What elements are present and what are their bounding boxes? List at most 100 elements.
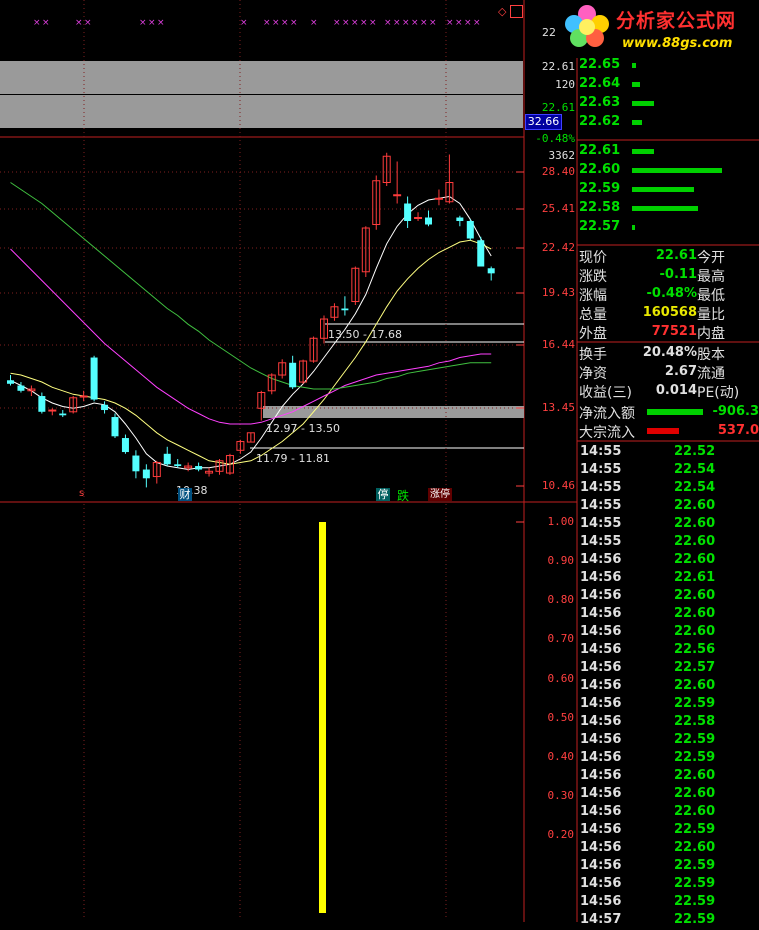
candle-body-down (17, 385, 25, 391)
toolbar-diamond-icon[interactable]: ◇ (498, 5, 506, 18)
quote-value: 20.48% (642, 345, 697, 360)
candle-body-down (174, 464, 182, 467)
tick-time: 14:56 (580, 894, 622, 909)
candle-body-down (477, 240, 485, 267)
quote-label: 收益(三) (579, 385, 632, 401)
tick-row: 14:56 22.59 (579, 732, 759, 750)
flower-logo-icon (565, 5, 609, 47)
tick-row: 14:55 22.60 (579, 516, 759, 534)
tick-price: 22.60 (674, 804, 716, 819)
tick-row: 14:56 22.60 (579, 678, 759, 696)
top-marker-x: × (360, 18, 368, 28)
order-volume-bar (632, 206, 698, 211)
tick-price: 22.60 (674, 498, 716, 513)
top-marker-x: × (240, 18, 248, 28)
tick-time: 14:56 (580, 660, 622, 675)
top-axis-label: 120 (555, 78, 575, 91)
top-marker-x: × (263, 18, 271, 28)
quote-row: 收益(三) 0.014 PE(动) (579, 382, 759, 401)
candle-body-down (38, 396, 46, 412)
price-axis-label: 19.43 (541, 286, 575, 299)
tick-row: 14:56 22.61 (579, 570, 759, 588)
tick-time: 14:55 (580, 498, 622, 513)
ask-row[interactable]: 22.62 (579, 114, 759, 133)
tick-time: 14:56 (580, 570, 622, 585)
price-band-2 (0, 95, 523, 128)
quote-value: 160568 (642, 305, 697, 320)
tick-row: 14:56 22.60 (579, 624, 759, 642)
tick-row: 14:55 22.54 (579, 462, 759, 480)
tag-limit-up[interactable]: 涨停 (428, 488, 452, 501)
quote-label: 涨跌 (579, 269, 607, 285)
ask-row[interactable]: 22.63 (579, 95, 759, 114)
bid-row[interactable]: 22.57 (579, 219, 759, 238)
quote-value: 22.61 (655, 248, 697, 263)
tick-price: 22.59 (674, 894, 716, 909)
axis-highlight-label: 32.66 (525, 114, 562, 130)
bid-row[interactable]: 22.61 (579, 143, 759, 162)
bid-row[interactable]: 22.59 (579, 181, 759, 200)
tick-time: 14:56 (580, 732, 622, 747)
order-volume-bar (632, 120, 642, 125)
candle-body-down (121, 438, 129, 453)
sub-axis-label: 0.40 (547, 749, 575, 763)
tick-time: 14:56 (580, 768, 622, 783)
top-marker-x: × (157, 18, 165, 28)
toolbar-window-icon[interactable] (510, 5, 523, 18)
tick-time: 14:56 (580, 750, 622, 765)
block-inflow-value: 537.0 (717, 423, 759, 438)
order-volume-bar (632, 82, 640, 87)
tick-row: 14:56 22.59 (579, 858, 759, 876)
tag-fall[interactable]: 跌 (397, 487, 409, 504)
candle-body-down (142, 469, 150, 479)
quote-label: 净资 (579, 366, 607, 382)
top-marker-x: × (446, 18, 454, 28)
axis-cut-label: 22 (542, 26, 556, 39)
quote-label-2: 流通 (697, 366, 725, 382)
top-marker-x: × (351, 18, 359, 28)
top-marker-x: × (402, 18, 410, 28)
tick-row: 14:56 22.60 (579, 840, 759, 858)
tag-halt[interactable]: 停 (376, 488, 390, 501)
finance-marker[interactable]: 财 (178, 488, 192, 501)
tick-price: 22.60 (674, 768, 716, 783)
tick-price: 22.60 (674, 624, 716, 639)
quote-row: 外盘 77521 内盘 (579, 323, 759, 342)
tick-time: 14:56 (580, 822, 622, 837)
ask-row[interactable]: 22.64 (579, 76, 759, 95)
quote-label-2: 内盘 (697, 326, 725, 342)
quote-value: 0.014 (655, 383, 697, 398)
price-axis-label: 13.45 (541, 401, 575, 414)
tick-row: 14:56 22.60 (579, 786, 759, 804)
order-price: 22.60 (579, 162, 621, 177)
block-inflow-label: 大宗流入 (579, 425, 635, 441)
tick-row: 14:56 22.59 (579, 894, 759, 912)
tick-price: 22.60 (674, 840, 716, 855)
order-volume-bar (632, 149, 654, 154)
top-marker-x: × (393, 18, 401, 28)
tick-price: 22.59 (674, 822, 716, 837)
tick-price: 22.59 (674, 696, 716, 711)
tick-time: 14:56 (580, 606, 622, 621)
bid-row[interactable]: 22.60 (579, 162, 759, 181)
candle-body-down (59, 413, 67, 416)
top-marker-x: × (272, 18, 280, 28)
candle-body-down (456, 217, 464, 222)
quote-label: 总量 (579, 307, 607, 323)
quote-label-2: 最低 (697, 288, 725, 304)
sub-axis-label: 0.30 (547, 788, 575, 802)
ask-row[interactable]: 22.65 (579, 57, 759, 76)
order-price: 22.64 (579, 76, 621, 91)
tick-row: 14:56 22.59 (579, 750, 759, 768)
bid-row[interactable]: 22.58 (579, 200, 759, 219)
candle-body-down (487, 268, 495, 274)
tick-row: 14:56 22.59 (579, 876, 759, 894)
quote-row: 现价 22.61 今开 (579, 247, 759, 266)
tick-price: 22.59 (674, 750, 716, 765)
top-marker-x: × (384, 18, 392, 28)
price-axis-label: 10.46 (541, 479, 575, 492)
tick-price: 22.60 (674, 786, 716, 801)
sub-axis-label: 1.00 (547, 515, 575, 528)
top-marker-x: × (464, 18, 472, 28)
ma-line-ma20 (10, 248, 492, 425)
